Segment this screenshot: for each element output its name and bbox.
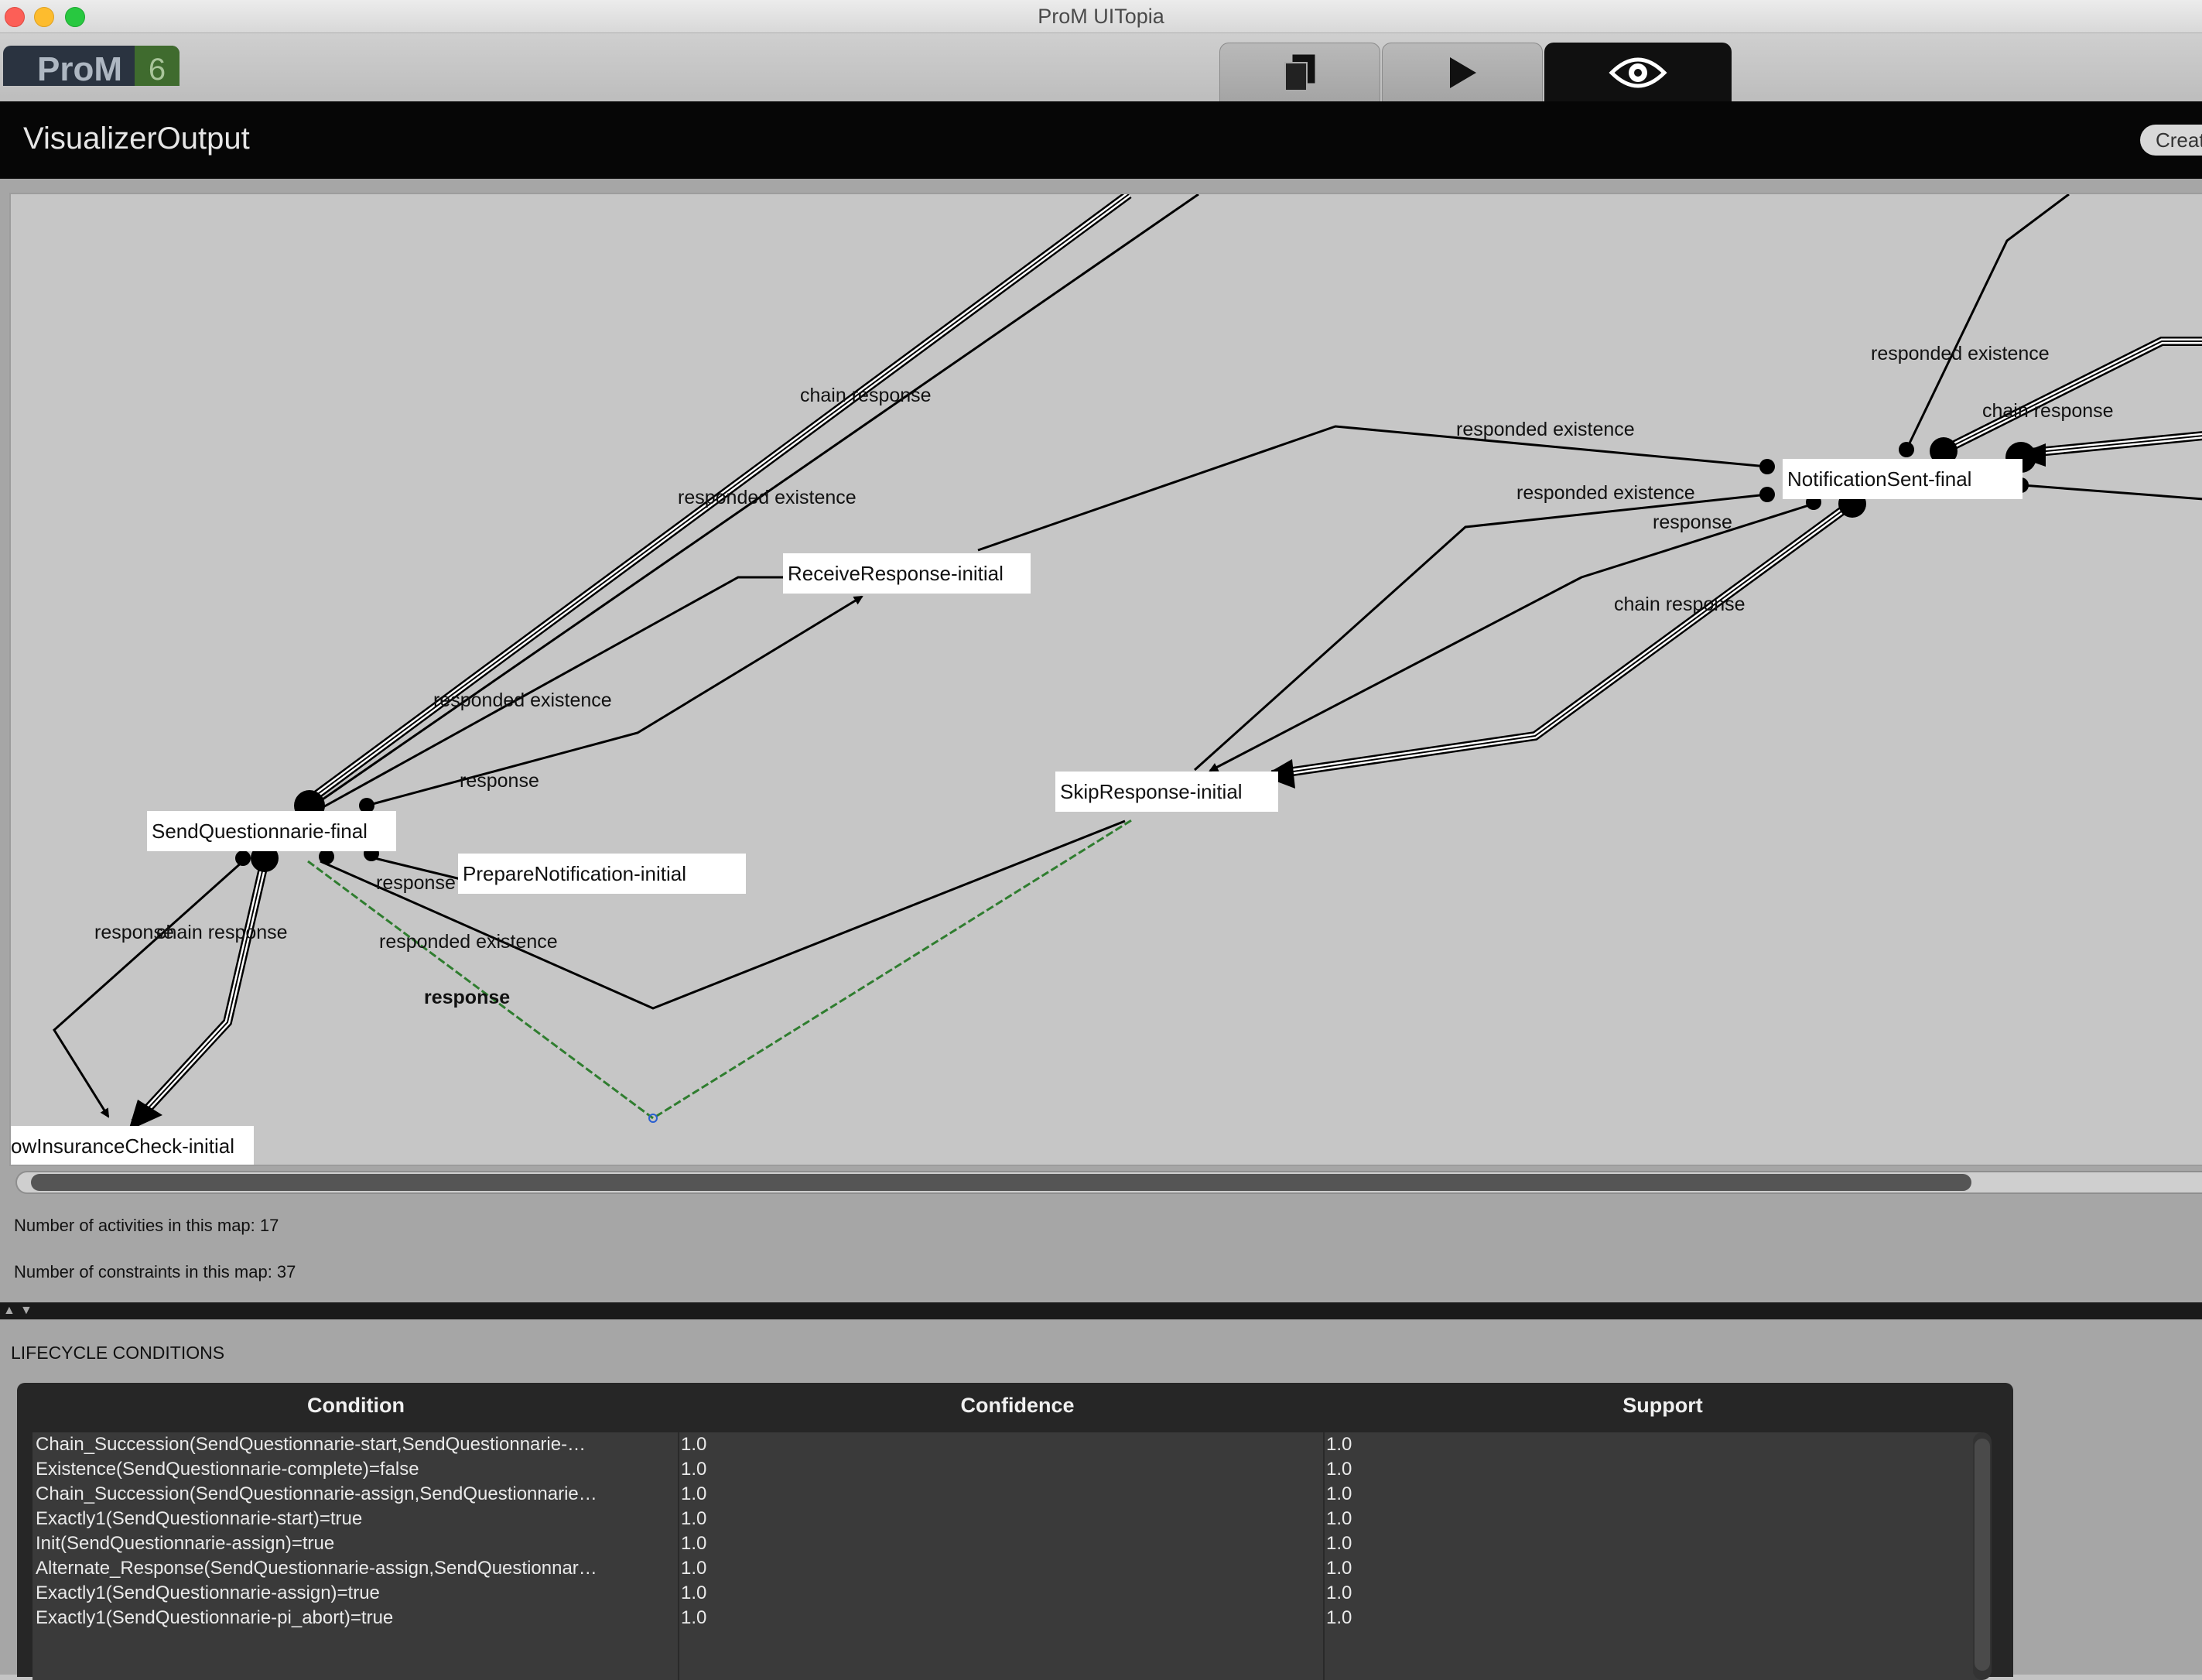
activity-node-sendquestionnarie-final[interactable]: SendQuestionnarie-final	[147, 811, 396, 851]
tab-workspace[interactable]	[1219, 43, 1380, 102]
split-pane-divider[interactable]: ▲ ▼	[0, 1302, 2202, 1319]
edge-label: responded existence	[433, 689, 612, 711]
scrollbar-thumb[interactable]	[1975, 1439, 1990, 1671]
cell-confidence: 1.0	[681, 1582, 707, 1603]
edge-label: responded existence	[1871, 343, 2050, 364]
activity-node-skipresponse-initial[interactable]: SkipResponse-initial	[1055, 772, 1278, 812]
table-body: Chain_Succession(SendQuestionnarie-start…	[32, 1432, 1982, 1680]
cell-confidence: 1.0	[681, 1434, 707, 1455]
constraint-edges	[53, 194, 2202, 1131]
edge-label-selected: response	[424, 987, 511, 1008]
edge-bend-handle[interactable]	[648, 1114, 658, 1123]
cell-condition: Init(SendQuestionnarie-assign)=true	[36, 1533, 335, 1554]
edge-label: response	[376, 872, 456, 894]
cell-confidence: 1.0	[681, 1483, 707, 1504]
lifecycle-title: LIFECYCLE CONDITIONS	[11, 1343, 225, 1363]
cell-support: 1.0	[1326, 1533, 1352, 1554]
edge-label: response	[1653, 512, 1732, 533]
edge-response-notif-skip	[1209, 502, 1814, 772]
edge-label: responded existence	[1456, 419, 1635, 440]
table-row[interactable]: Exactly1(SendQuestionnarie-start)=true 1…	[32, 1507, 1982, 1531]
window-title: ProM UITopia	[1038, 5, 1164, 28]
main-toolbar: ProM 6	[0, 33, 2202, 102]
column-header-support[interactable]: Support	[1340, 1394, 1985, 1418]
cell-support: 1.0	[1326, 1558, 1352, 1579]
horizontal-scrollbar[interactable]	[15, 1171, 2202, 1194]
table-row[interactable]: Alternate_Response(SendQuestionnarie-ass…	[32, 1556, 1982, 1581]
table-row[interactable]: Init(SendQuestionnarie-assign)=true 1.0 …	[32, 1531, 1982, 1556]
graph-panel: SendQuestionnarie-final ReceiveResponse-…	[0, 179, 2202, 1302]
window-title-bar: ProM UITopia	[0, 0, 2202, 33]
cell-support: 1.0	[1326, 1582, 1352, 1603]
edge-label: chain response	[1982, 400, 2114, 422]
cell-condition: Alternate_Response(SendQuestionnarie-ass…	[36, 1558, 597, 1579]
logo-version: 6	[135, 46, 180, 86]
cell-condition: Exactly1(SendQuestionnarie-assign)=true	[36, 1582, 380, 1603]
table-header: Condition Confidence Support	[17, 1383, 2013, 1426]
edge-label: chain response	[156, 922, 288, 943]
edge-responded-existence-skip	[320, 819, 1126, 1010]
edge-label: responded existence	[379, 931, 558, 953]
declare-map-canvas[interactable]: SendQuestionnarie-final ReceiveResponse-…	[9, 193, 2202, 1166]
edge-label: response	[460, 770, 539, 792]
activity-node-notificationsent-final[interactable]: NotificationSent-final	[1783, 459, 2022, 499]
edge-right-out	[2022, 484, 2202, 501]
play-icon	[1450, 57, 1476, 88]
cell-support: 1.0	[1326, 1483, 1352, 1504]
activities-count: Number of activities in this map: 17	[14, 1216, 279, 1235]
view-title: VisualizerOutput	[23, 121, 250, 156]
edge-label: response	[94, 922, 174, 943]
cell-confidence: 1.0	[681, 1459, 707, 1480]
cell-confidence: 1.0	[681, 1533, 707, 1554]
activity-node-lowinsurancecheck-initial[interactable]: owInsuranceCheck-initial	[11, 1126, 254, 1165]
table-row[interactable]: Chain_Succession(SendQuestionnarie-start…	[32, 1432, 1982, 1457]
edge-label: responded existence	[1516, 482, 1695, 504]
cell-support: 1.0	[1326, 1459, 1352, 1480]
tab-actions[interactable]	[1382, 43, 1543, 102]
cell-support: 1.0	[1326, 1607, 1352, 1628]
table-row[interactable]: Existence(SendQuestionnarie-complete)=fa…	[32, 1457, 1982, 1482]
lifecycle-panel: LIFECYCLE CONDITIONS Condition Confidenc…	[0, 1319, 2202, 1680]
edge-chain-response-right2	[2015, 431, 2202, 467]
column-header-condition[interactable]: Condition	[17, 1394, 695, 1418]
cell-condition: Chain_Succession(SendQuestionnarie-assig…	[36, 1483, 597, 1504]
column-header-confidence[interactable]: Confidence	[695, 1394, 1340, 1418]
cell-condition: Chain_Succession(SendQuestionnarie-start…	[36, 1434, 586, 1455]
create-button[interactable]: Creat	[2140, 125, 2202, 156]
edge-label: chain response	[1614, 594, 1746, 615]
cell-condition: Exactly1(SendQuestionnarie-start)=true	[36, 1508, 363, 1529]
cell-support: 1.0	[1326, 1508, 1352, 1529]
view-header: VisualizerOutput Creat	[0, 101, 2202, 179]
table-row[interactable]: Exactly1(SendQuestionnarie-pi_abort)=tru…	[32, 1606, 1982, 1630]
collapse-up-icon[interactable]: ▲	[3, 1304, 15, 1318]
lifecycle-table: Condition Confidence Support Chain_Succe…	[17, 1383, 2013, 1680]
logo-text: ProM	[37, 50, 122, 86]
prom-logo: ProM 6	[3, 46, 180, 86]
cell-confidence: 1.0	[681, 1607, 707, 1628]
table-vertical-scrollbar[interactable]	[1973, 1432, 1992, 1680]
activity-node-receiveresponse-initial[interactable]: ReceiveResponse-initial	[783, 553, 1031, 594]
cell-confidence: 1.0	[681, 1558, 707, 1579]
cell-condition: Exactly1(SendQuestionnarie-pi_abort)=tru…	[36, 1607, 394, 1628]
edge-response-low	[53, 860, 244, 1118]
constraints-count: Number of constraints in this map: 37	[14, 1262, 296, 1281]
cell-confidence: 1.0	[681, 1508, 707, 1529]
table-row[interactable]: Chain_Succession(SendQuestionnarie-assig…	[32, 1482, 1982, 1507]
collapse-down-icon[interactable]: ▼	[20, 1304, 32, 1318]
table-row[interactable]: Exactly1(SendQuestionnarie-assign)=true …	[32, 1581, 1982, 1606]
workspace-icon	[1284, 54, 1315, 91]
cell-condition: Existence(SendQuestionnarie-complete)=fa…	[36, 1459, 419, 1480]
activity-node-preparenotification-initial[interactable]: PrepareNotification-initial	[458, 854, 746, 894]
scrollbar-thumb[interactable]	[31, 1174, 1971, 1191]
cell-support: 1.0	[1326, 1434, 1352, 1455]
edge-chain-response-notif-skip	[1263, 498, 1857, 789]
eye-icon	[1609, 57, 1667, 88]
edge-label: chain response	[800, 385, 932, 406]
tab-views[interactable]	[1544, 43, 1732, 102]
edge-label: responded existence	[678, 487, 857, 508]
